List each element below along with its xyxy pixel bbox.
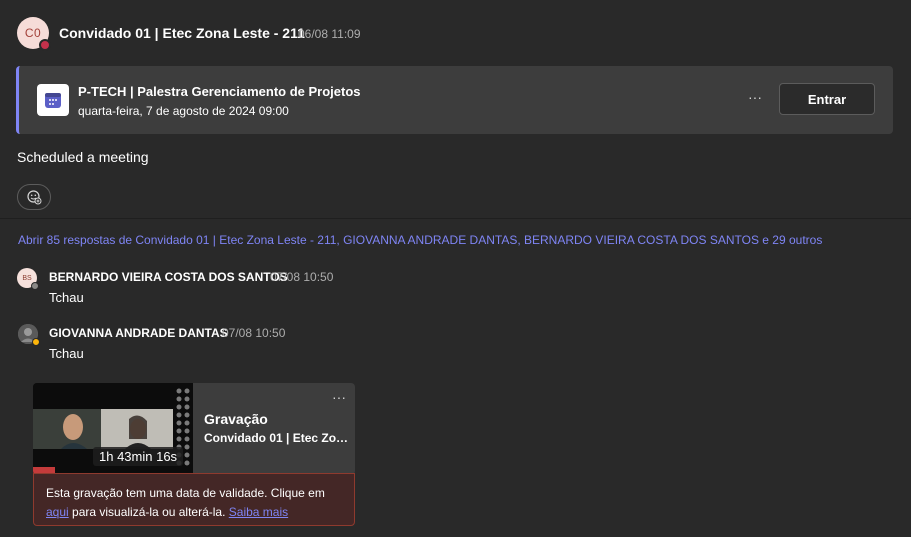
reply-timestamp: 07/08 10:50: [222, 326, 286, 340]
reply-timestamp: 07/08 10:50: [270, 270, 334, 284]
meeting-date: quarta-feira, 7 de agosto de 2024 09:00: [78, 104, 289, 118]
avatar[interactable]: BS: [17, 268, 39, 290]
avatar-initials: C0: [24, 26, 42, 40]
reply-author[interactable]: BERNARDO VIEIRA COSTA DOS SANTOS: [49, 270, 288, 284]
warning-text-2: para visualizá-la ou alterá-la.: [68, 505, 229, 519]
reply-message: Tchau: [49, 346, 84, 361]
recording-thumbnail[interactable]: 1h 43min 16s: [33, 383, 193, 475]
join-button[interactable]: Entrar: [779, 83, 875, 115]
presence-busy-icon: [39, 39, 51, 51]
recording-duration: 1h 43min 16s: [93, 447, 184, 466]
presence-offline-icon: [31, 282, 39, 290]
meeting-post: C0 Convidado 01 | Etec Zona Leste - 211 …: [0, 0, 911, 219]
calendar-icon: [37, 84, 69, 116]
post-author[interactable]: Convidado 01 | Etec Zona Leste - 211: [59, 25, 305, 41]
reply-author[interactable]: GIOVANNA ANDRADE DANTAS: [49, 326, 228, 340]
avatar-initials: BS: [22, 274, 32, 282]
more-options-button[interactable]: ···: [329, 389, 349, 407]
avatar[interactable]: C0: [17, 17, 51, 51]
meeting-title[interactable]: P-TECH | Palestra Gerenciamento de Proje…: [78, 84, 361, 99]
add-reaction-button[interactable]: [17, 184, 51, 210]
emoji-add-icon: [27, 190, 42, 205]
open-replies-link[interactable]: Abrir 85 respostas de Convidado 01 | Ete…: [18, 233, 822, 247]
post-message: Scheduled a meeting: [17, 149, 149, 165]
reply-message: Tchau: [49, 290, 84, 305]
expiration-warning: Esta gravação tem uma data de validade. …: [33, 473, 355, 526]
post-timestamp: 06/08 11:09: [298, 27, 361, 41]
warning-text: Esta gravação tem uma data de validade. …: [46, 486, 325, 500]
meeting-card[interactable]: P-TECH | Palestra Gerenciamento de Proje…: [16, 66, 893, 134]
recording-subtitle: Convidado 01 | Etec Zona Leste - 211: [204, 431, 349, 445]
avatar[interactable]: [18, 324, 40, 346]
here-link[interactable]: aqui: [46, 505, 69, 519]
learn-more-link[interactable]: Saiba mais: [229, 505, 288, 519]
more-options-button[interactable]: ···: [744, 88, 766, 110]
recording-title[interactable]: Gravação: [204, 411, 268, 427]
presence-away-icon: [32, 338, 40, 346]
recording-card[interactable]: 1h 43min 16s Gravação Convidado 01 | Ete…: [33, 383, 355, 475]
